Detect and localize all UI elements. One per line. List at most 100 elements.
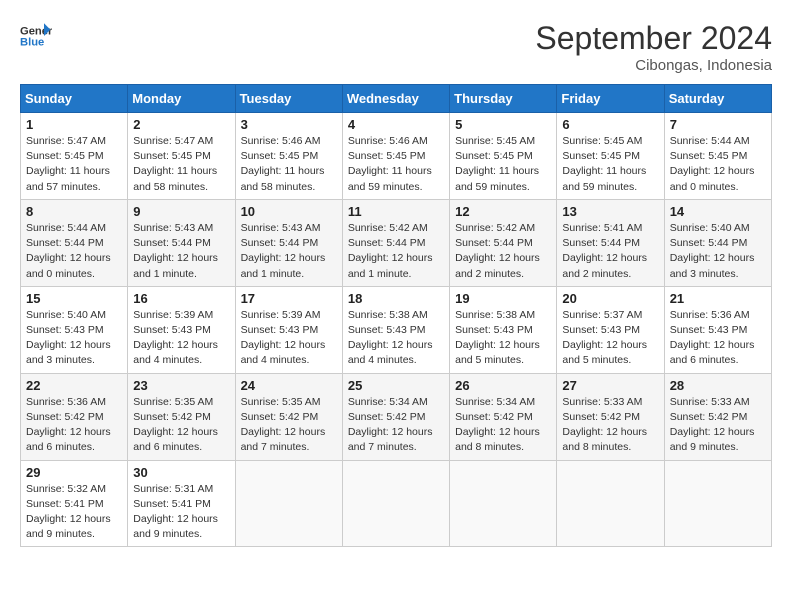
calendar-cell: [450, 460, 557, 547]
calendar-cell: 25 Sunrise: 5:34 AMSunset: 5:42 PMDaylig…: [342, 373, 449, 460]
day-number: 25: [348, 378, 444, 393]
calendar-cell: 10 Sunrise: 5:43 AMSunset: 5:44 PMDaylig…: [235, 199, 342, 286]
day-number: 24: [241, 378, 337, 393]
col-header-wednesday: Wednesday: [342, 85, 449, 113]
logo-icon: General Blue: [20, 20, 52, 52]
calendar-cell: 29 Sunrise: 5:32 AMSunset: 5:41 PMDaylig…: [21, 460, 128, 547]
day-number: 12: [455, 204, 551, 219]
calendar-cell: 14 Sunrise: 5:40 AMSunset: 5:44 PMDaylig…: [664, 199, 771, 286]
calendar-cell: 7 Sunrise: 5:44 AMSunset: 5:45 PMDayligh…: [664, 113, 771, 200]
day-info: Sunrise: 5:46 AMSunset: 5:45 PMDaylight:…: [241, 135, 325, 193]
calendar-cell: 20 Sunrise: 5:37 AMSunset: 5:43 PMDaylig…: [557, 286, 664, 373]
calendar-cell: 13 Sunrise: 5:41 AMSunset: 5:44 PMDaylig…: [557, 199, 664, 286]
day-number: 11: [348, 204, 444, 219]
calendar-table: SundayMondayTuesdayWednesdayThursdayFrid…: [20, 84, 772, 547]
day-number: 23: [133, 378, 229, 393]
day-number: 10: [241, 204, 337, 219]
calendar-cell: 23 Sunrise: 5:35 AMSunset: 5:42 PMDaylig…: [128, 373, 235, 460]
day-info: Sunrise: 5:40 AMSunset: 5:43 PMDaylight:…: [26, 309, 111, 367]
day-info: Sunrise: 5:42 AMSunset: 5:44 PMDaylight:…: [348, 222, 433, 280]
day-info: Sunrise: 5:43 AMSunset: 5:44 PMDaylight:…: [133, 222, 218, 280]
calendar-cell: [342, 460, 449, 547]
day-info: Sunrise: 5:47 AMSunset: 5:45 PMDaylight:…: [133, 135, 217, 193]
col-header-friday: Friday: [557, 85, 664, 113]
month-title: September 2024: [535, 20, 772, 57]
calendar-cell: 6 Sunrise: 5:45 AMSunset: 5:45 PMDayligh…: [557, 113, 664, 200]
day-info: Sunrise: 5:44 AMSunset: 5:45 PMDaylight:…: [670, 135, 755, 193]
calendar-cell: [664, 460, 771, 547]
day-info: Sunrise: 5:37 AMSunset: 5:43 PMDaylight:…: [562, 309, 647, 367]
day-info: Sunrise: 5:46 AMSunset: 5:45 PMDaylight:…: [348, 135, 432, 193]
day-number: 28: [670, 378, 766, 393]
calendar-cell: 16 Sunrise: 5:39 AMSunset: 5:43 PMDaylig…: [128, 286, 235, 373]
col-header-sunday: Sunday: [21, 85, 128, 113]
day-info: Sunrise: 5:36 AMSunset: 5:42 PMDaylight:…: [26, 396, 111, 454]
day-info: Sunrise: 5:45 AMSunset: 5:45 PMDaylight:…: [455, 135, 539, 193]
calendar-cell: 2 Sunrise: 5:47 AMSunset: 5:45 PMDayligh…: [128, 113, 235, 200]
calendar-cell: 4 Sunrise: 5:46 AMSunset: 5:45 PMDayligh…: [342, 113, 449, 200]
day-number: 16: [133, 291, 229, 306]
calendar-cell: 19 Sunrise: 5:38 AMSunset: 5:43 PMDaylig…: [450, 286, 557, 373]
calendar-cell: 24 Sunrise: 5:35 AMSunset: 5:42 PMDaylig…: [235, 373, 342, 460]
day-number: 9: [133, 204, 229, 219]
calendar-cell: 12 Sunrise: 5:42 AMSunset: 5:44 PMDaylig…: [450, 199, 557, 286]
day-number: 26: [455, 378, 551, 393]
day-number: 2: [133, 117, 229, 132]
day-number: 1: [26, 117, 122, 132]
day-info: Sunrise: 5:38 AMSunset: 5:43 PMDaylight:…: [348, 309, 433, 367]
calendar-cell: 1 Sunrise: 5:47 AMSunset: 5:45 PMDayligh…: [21, 113, 128, 200]
calendar-cell: 17 Sunrise: 5:39 AMSunset: 5:43 PMDaylig…: [235, 286, 342, 373]
day-info: Sunrise: 5:43 AMSunset: 5:44 PMDaylight:…: [241, 222, 326, 280]
header-row: SundayMondayTuesdayWednesdayThursdayFrid…: [21, 85, 772, 113]
col-header-saturday: Saturday: [664, 85, 771, 113]
calendar-cell: 15 Sunrise: 5:40 AMSunset: 5:43 PMDaylig…: [21, 286, 128, 373]
day-info: Sunrise: 5:33 AMSunset: 5:42 PMDaylight:…: [562, 396, 647, 454]
day-info: Sunrise: 5:40 AMSunset: 5:44 PMDaylight:…: [670, 222, 755, 280]
day-info: Sunrise: 5:45 AMSunset: 5:45 PMDaylight:…: [562, 135, 646, 193]
calendar-week-4: 22 Sunrise: 5:36 AMSunset: 5:42 PMDaylig…: [21, 373, 772, 460]
location: Cibongas, Indonesia: [535, 57, 772, 74]
calendar-week-5: 29 Sunrise: 5:32 AMSunset: 5:41 PMDaylig…: [21, 460, 772, 547]
day-info: Sunrise: 5:35 AMSunset: 5:42 PMDaylight:…: [241, 396, 326, 454]
day-number: 8: [26, 204, 122, 219]
day-info: Sunrise: 5:31 AMSunset: 5:41 PMDaylight:…: [133, 483, 218, 541]
day-info: Sunrise: 5:36 AMSunset: 5:43 PMDaylight:…: [670, 309, 755, 367]
calendar-cell: 30 Sunrise: 5:31 AMSunset: 5:41 PMDaylig…: [128, 460, 235, 547]
day-info: Sunrise: 5:34 AMSunset: 5:42 PMDaylight:…: [348, 396, 433, 454]
day-number: 4: [348, 117, 444, 132]
day-info: Sunrise: 5:44 AMSunset: 5:44 PMDaylight:…: [26, 222, 111, 280]
day-number: 17: [241, 291, 337, 306]
calendar-cell: [235, 460, 342, 547]
col-header-tuesday: Tuesday: [235, 85, 342, 113]
calendar-cell: 3 Sunrise: 5:46 AMSunset: 5:45 PMDayligh…: [235, 113, 342, 200]
day-info: Sunrise: 5:39 AMSunset: 5:43 PMDaylight:…: [133, 309, 218, 367]
calendar-week-2: 8 Sunrise: 5:44 AMSunset: 5:44 PMDayligh…: [21, 199, 772, 286]
calendar-cell: 8 Sunrise: 5:44 AMSunset: 5:44 PMDayligh…: [21, 199, 128, 286]
day-info: Sunrise: 5:32 AMSunset: 5:41 PMDaylight:…: [26, 483, 111, 541]
calendar-cell: 27 Sunrise: 5:33 AMSunset: 5:42 PMDaylig…: [557, 373, 664, 460]
day-info: Sunrise: 5:47 AMSunset: 5:45 PMDaylight:…: [26, 135, 110, 193]
day-number: 7: [670, 117, 766, 132]
col-header-thursday: Thursday: [450, 85, 557, 113]
calendar-cell: 5 Sunrise: 5:45 AMSunset: 5:45 PMDayligh…: [450, 113, 557, 200]
calendar-cell: 21 Sunrise: 5:36 AMSunset: 5:43 PMDaylig…: [664, 286, 771, 373]
calendar-cell: 11 Sunrise: 5:42 AMSunset: 5:44 PMDaylig…: [342, 199, 449, 286]
day-number: 20: [562, 291, 658, 306]
day-number: 6: [562, 117, 658, 132]
day-number: 21: [670, 291, 766, 306]
day-info: Sunrise: 5:38 AMSunset: 5:43 PMDaylight:…: [455, 309, 540, 367]
day-number: 14: [670, 204, 766, 219]
day-number: 19: [455, 291, 551, 306]
day-info: Sunrise: 5:42 AMSunset: 5:44 PMDaylight:…: [455, 222, 540, 280]
day-number: 29: [26, 465, 122, 480]
calendar-cell: 9 Sunrise: 5:43 AMSunset: 5:44 PMDayligh…: [128, 199, 235, 286]
day-number: 5: [455, 117, 551, 132]
calendar-cell: 22 Sunrise: 5:36 AMSunset: 5:42 PMDaylig…: [21, 373, 128, 460]
day-info: Sunrise: 5:41 AMSunset: 5:44 PMDaylight:…: [562, 222, 647, 280]
logo: General Blue: [20, 20, 52, 52]
day-number: 27: [562, 378, 658, 393]
title-block: September 2024 Cibongas, Indonesia: [535, 20, 772, 74]
page-header: General Blue September 2024 Cibongas, In…: [20, 20, 772, 74]
day-number: 15: [26, 291, 122, 306]
calendar-cell: 28 Sunrise: 5:33 AMSunset: 5:42 PMDaylig…: [664, 373, 771, 460]
